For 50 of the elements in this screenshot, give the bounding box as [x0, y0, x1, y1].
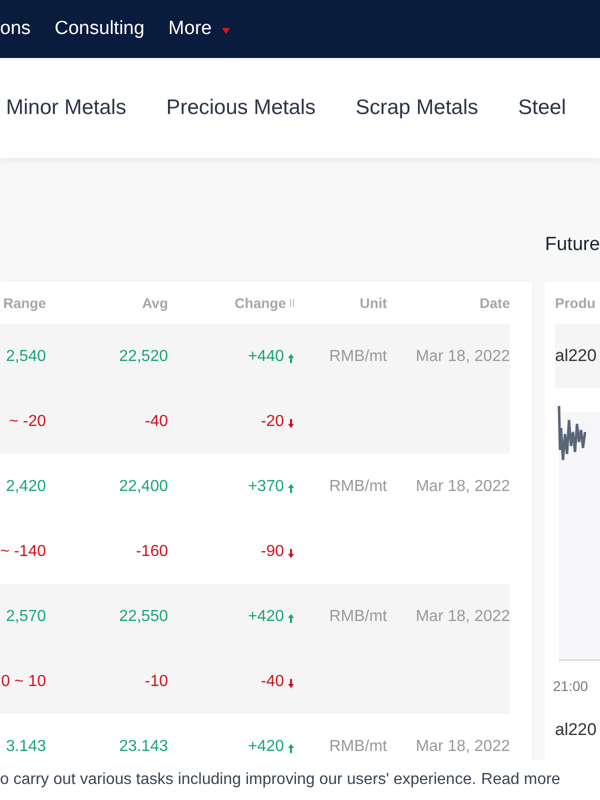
range-value: 2,420: [6, 478, 46, 496]
nav-link[interactable]: Consulting: [54, 18, 144, 40]
cookie-text: o carry out various tasks including improving our users' experience.: [0, 771, 476, 789]
column-header: Change: [234, 295, 286, 311]
change-value: +420: [248, 738, 284, 756]
change-value: +440: [248, 348, 284, 366]
avg-value: -160: [136, 542, 168, 560]
date-value: Mar 18, 2022: [416, 348, 510, 366]
nav-link[interactable]: ons: [0, 18, 31, 40]
avg-value: -10: [144, 672, 168, 690]
category-tab[interactable]: Precious Metals: [166, 96, 316, 120]
unit-value: RMB/mt: [329, 608, 387, 626]
change-value: -20: [260, 412, 284, 430]
column-header: Produ: [555, 295, 596, 311]
product-name: al220: [555, 720, 598, 740]
unit-value: RMB/mt: [329, 348, 387, 366]
sort-icon[interactable]: [290, 299, 294, 307]
avg-value: 22,400: [119, 478, 168, 496]
avg-value: -40: [144, 412, 168, 430]
unit-value: RMB/mt: [329, 738, 387, 756]
column-header: Date: [480, 295, 510, 311]
avg-value: 22,520: [119, 348, 168, 366]
date-value: Mar 18, 2022: [416, 478, 510, 496]
caret-icon: [222, 28, 230, 34]
range-value: 2,540: [6, 348, 46, 366]
axis-label: 21:00: [553, 678, 590, 694]
change-value: +370: [248, 478, 284, 496]
section-title: Future: [545, 234, 600, 256]
column-header: Avg: [142, 295, 168, 311]
product-name: al220: [555, 346, 597, 366]
nav-link[interactable]: More: [168, 18, 230, 40]
avg-value: 23.143: [119, 738, 168, 756]
change-value: -40: [260, 672, 284, 690]
column-header: Unit: [360, 295, 387, 311]
date-value: Mar 18, 2022: [416, 608, 510, 626]
category-tab[interactable]: Minor Metals: [6, 96, 126, 120]
date-value: Mar 18, 2022: [416, 738, 510, 756]
change-value: -90: [260, 542, 284, 560]
range-value: 2,570: [6, 608, 46, 626]
change-value: +420: [248, 608, 284, 626]
range-value: ~ -140: [0, 542, 46, 560]
range-value: 3.143: [6, 738, 46, 756]
category-tab[interactable]: Scrap Metals: [356, 96, 478, 120]
range-value: 0 ~ 10: [1, 672, 46, 690]
category-tab[interactable]: Steel: [518, 96, 566, 120]
unit-value: RMB/mt: [329, 478, 387, 496]
read-more-link[interactable]: Read more: [481, 771, 560, 789]
avg-value: 22,550: [119, 608, 168, 626]
column-header: Range: [3, 295, 46, 311]
range-value: ~ -20: [9, 412, 46, 430]
